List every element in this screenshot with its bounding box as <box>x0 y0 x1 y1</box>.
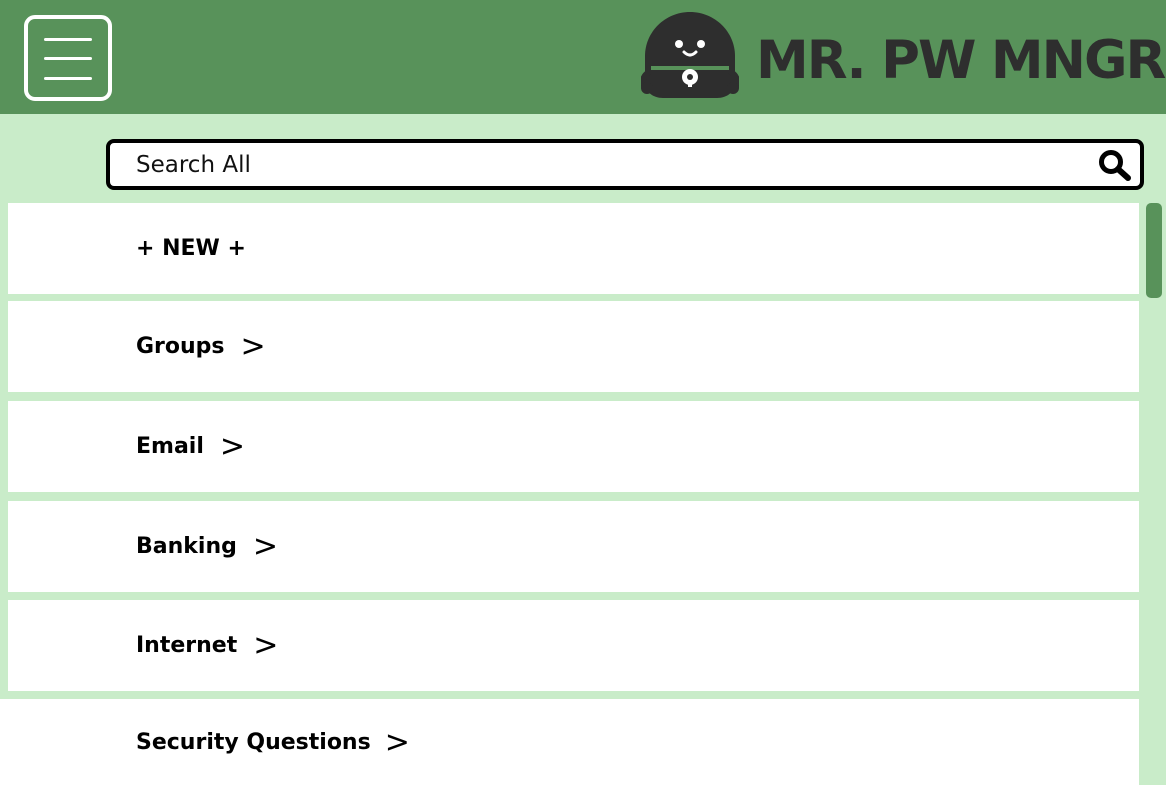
hamburger-menu-icon-bar <box>44 57 92 60</box>
groups-label: Groups <box>136 334 225 359</box>
chevron-right-icon: > <box>384 724 410 760</box>
list-item-internet[interactable]: Internet > <box>8 600 1139 691</box>
search-icon[interactable] <box>1098 149 1132 181</box>
search-input[interactable] <box>136 143 1076 186</box>
new-entry-item[interactable]: + NEW + <box>8 203 1139 294</box>
email-label: Email <box>136 434 204 459</box>
list-item-label: + NEW + <box>136 203 246 294</box>
chevron-right-icon: > <box>252 528 278 564</box>
app-header: MR. PW MNGR <box>0 0 1166 114</box>
menu-button[interactable] <box>24 15 112 101</box>
chevron-right-icon: > <box>253 627 279 663</box>
list-item-label: Security Questions > <box>136 699 410 785</box>
security-questions-label: Security Questions <box>136 729 371 755</box>
list-item-security-questions[interactable]: Security Questions > <box>0 699 1139 785</box>
hamburger-menu-icon <box>44 38 92 41</box>
app-title: MR. PW MNGR <box>756 30 1166 91</box>
search-bar[interactable] <box>106 139 1144 190</box>
chevron-right-icon: > <box>219 428 246 464</box>
list-item-email[interactable]: Email > <box>8 401 1139 492</box>
list-item-banking[interactable]: Banking > <box>8 501 1139 592</box>
lock-mascot-icon <box>641 12 739 98</box>
list-item-label: Groups > <box>136 301 266 392</box>
list-item-groups[interactable]: Groups > <box>8 301 1139 392</box>
new-entry-label: + NEW + <box>136 236 246 261</box>
scrollbar[interactable] <box>1142 203 1166 785</box>
chevron-right-icon: > <box>240 328 266 364</box>
list-item-label: Banking > <box>136 501 278 592</box>
scrollbar-thumb[interactable] <box>1146 203 1162 298</box>
hamburger-menu-icon-bar <box>44 77 92 80</box>
internet-label: Internet <box>136 633 238 658</box>
list-item-label: Email > <box>136 401 245 492</box>
list-item-label: Internet > <box>136 600 278 691</box>
password-manager-app: MR. PW MNGR + NEW + Groups > Email > <box>0 0 1166 785</box>
banking-label: Banking <box>136 534 237 559</box>
